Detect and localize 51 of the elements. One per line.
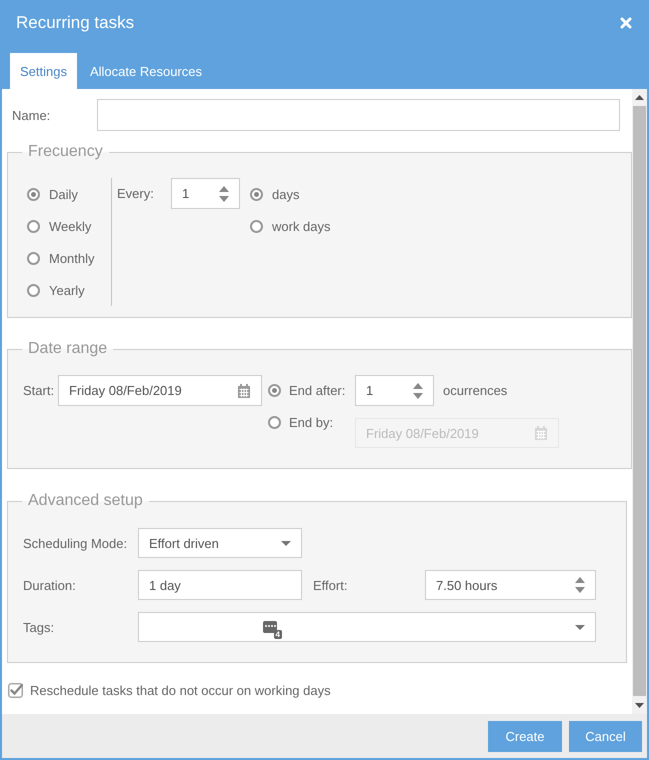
field-label: Name: bbox=[12, 108, 52, 122]
option-label: Monthly bbox=[49, 250, 95, 266]
caret-icon[interactable] bbox=[281, 540, 291, 546]
section-title: Frecuency bbox=[27, 142, 104, 162]
scrollbar-thumb[interactable] bbox=[633, 106, 646, 696]
spinner-arrows-icon[interactable] bbox=[413, 382, 423, 398]
count-badge: 4 bbox=[274, 630, 282, 639]
field-label: Tags: bbox=[23, 620, 56, 634]
option-label: End by: bbox=[289, 414, 334, 430]
option-label: End after: bbox=[289, 383, 346, 398]
spinner-arrows-icon[interactable] bbox=[219, 186, 229, 202]
option-label: Weekly bbox=[49, 218, 92, 234]
section-title: Date range bbox=[27, 339, 108, 359]
scrollbar[interactable] bbox=[632, 89, 647, 714]
spinner-arrows-icon[interactable] bbox=[575, 577, 585, 593]
input-field[interactable] bbox=[97, 99, 620, 131]
tab[interactable]: Settings bbox=[10, 53, 77, 89]
tag-icon bbox=[263, 621, 277, 633]
dropdown[interactable]: Effort driven bbox=[138, 528, 302, 558]
field-label: Effort: bbox=[313, 578, 348, 592]
field-label: Scheduling Mode: bbox=[23, 536, 128, 550]
radio-button[interactable] bbox=[27, 284, 40, 296]
field-label: Duration: bbox=[23, 578, 77, 592]
close-icon[interactable] bbox=[620, 17, 632, 29]
option-label: work days bbox=[272, 218, 331, 234]
date-field[interactable]: Friday 08/Feb/2019 bbox=[58, 375, 262, 406]
radio-button[interactable] bbox=[250, 188, 263, 200]
unit-label: ocurrences bbox=[443, 383, 508, 398]
calendar-icon[interactable] bbox=[237, 384, 251, 398]
scroll-up-icon[interactable] bbox=[635, 95, 644, 100]
checkbox-label: Reschedule tasks that do not occur on working days bbox=[30, 682, 331, 698]
radio-button[interactable] bbox=[27, 188, 40, 200]
number-field[interactable]: 1 bbox=[171, 178, 240, 209]
option-label: Daily bbox=[49, 186, 78, 202]
section-title: Advanced setup bbox=[27, 491, 144, 511]
radio-button[interactable] bbox=[27, 220, 40, 232]
radio-button[interactable] bbox=[268, 384, 281, 397]
option-label: Yearly bbox=[49, 282, 85, 298]
number-field[interactable]: 7.50 hours bbox=[425, 570, 596, 600]
scroll-down-icon[interactable] bbox=[635, 703, 644, 708]
radio-button[interactable] bbox=[27, 252, 40, 264]
tags-dropdown[interactable]: 4 bbox=[138, 612, 596, 642]
caret-icon[interactable] bbox=[575, 624, 585, 630]
field-label: Start: bbox=[23, 382, 56, 400]
radio-button[interactable] bbox=[250, 220, 263, 232]
number-field[interactable]: 1 bbox=[355, 375, 434, 406]
option-label: days bbox=[272, 186, 300, 202]
dialog-title: Recurring tasks bbox=[16, 13, 134, 33]
field-label: Every: bbox=[117, 185, 155, 203]
input-field[interactable]: 1 day bbox=[138, 570, 302, 600]
checkbox[interactable] bbox=[8, 682, 23, 698]
